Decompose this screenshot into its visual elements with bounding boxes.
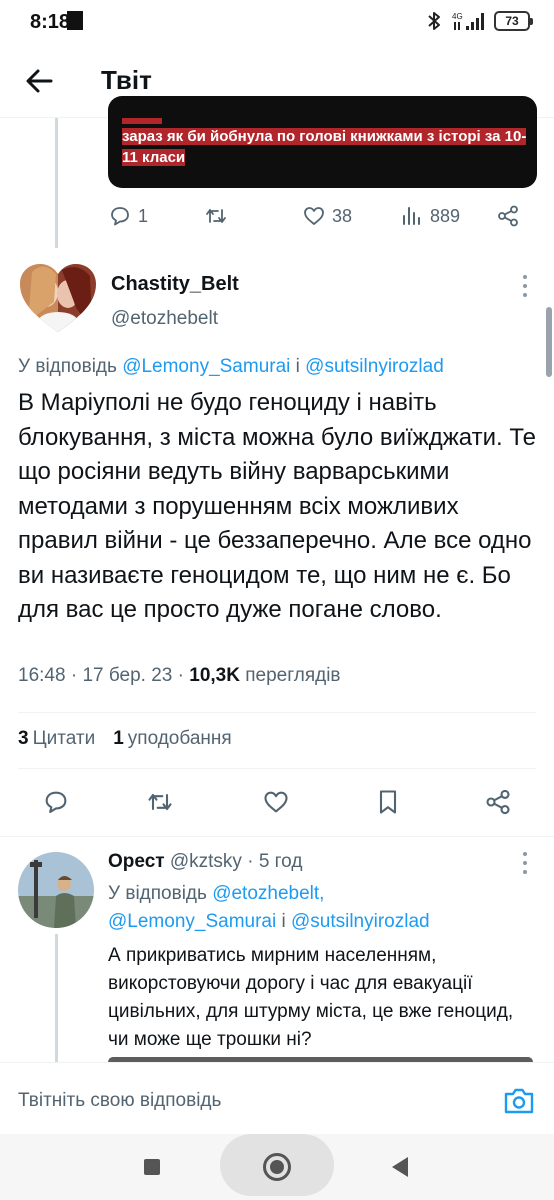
cellular-signal-icon: 4G <box>452 12 484 30</box>
more-options-icon[interactable] <box>522 852 528 874</box>
network-type-label: 4G <box>452 12 463 21</box>
status-bar: 8:18 4G 73 <box>0 0 554 48</box>
views-label: переглядів <box>245 665 341 686</box>
mention-link[interactable]: @sutsilnyirozlad <box>305 356 444 377</box>
reply-to-line: У відповідь @Lemony_Samurai і @sutsilnyi… <box>18 356 444 378</box>
reply-input[interactable]: Твітніть свою відповідь <box>18 1090 221 1112</box>
author-name[interactable]: Chastity_Belt <box>111 273 239 296</box>
scrollbar-thumb[interactable] <box>546 307 552 377</box>
reply-composer[interactable]: Твітніть свою відповідь <box>0 1062 554 1134</box>
mention-link[interactable]: @etozhebelt, <box>212 883 324 904</box>
reply-count: 1 <box>138 205 149 226</box>
share-action[interactable] <box>496 204 520 228</box>
camera-icon[interactable] <box>503 1086 535 1116</box>
meta-separator: · <box>70 665 83 686</box>
author-avatar[interactable] <box>18 262 98 334</box>
back-arrow-icon[interactable] <box>24 66 54 96</box>
more-options-icon[interactable] <box>522 275 528 297</box>
reply-to-prefix: У відповідь <box>108 883 213 904</box>
divider <box>18 768 536 769</box>
mention-link[interactable]: @Lemony_Samurai <box>108 911 276 932</box>
reply-time-ago[interactable]: 5 год <box>259 851 303 872</box>
reply-author-avatar[interactable] <box>18 852 94 928</box>
retweet-action[interactable] <box>204 204 228 228</box>
reply-to-joiner: і <box>290 356 306 377</box>
retweet-button[interactable] <box>146 788 174 816</box>
reply-to-joiner: і <box>276 911 291 932</box>
reply-button[interactable] <box>42 788 70 816</box>
tweet-text: В Маріуполі не будо геноциду і навіть бл… <box>18 389 537 623</box>
back-triangle-icon[interactable] <box>392 1157 408 1177</box>
reply-to-prefix: У відповідь <box>18 356 123 377</box>
reply-to-line: У відповідь @etozhebelt, @Lemony_Samurai… <box>108 880 528 936</box>
quotes-label: Цитати <box>32 728 96 749</box>
mention-link[interactable]: @sutsilnyirozlad <box>291 911 430 932</box>
status-time: 8:18 <box>30 11 71 33</box>
retweet-icon <box>148 793 172 811</box>
like-action[interactable]: 38 <box>302 204 352 228</box>
likes-count: 1 <box>113 728 124 749</box>
author-handle[interactable]: @etozhebelt <box>111 308 218 330</box>
media-caption-text: зараз як би йобнула по голові книжками з… <box>122 128 527 166</box>
battery-icon: 73 <box>494 11 533 31</box>
views-count: 10,3K <box>189 665 240 686</box>
views-bar-icon <box>403 207 420 225</box>
home-circle-icon[interactable] <box>263 1153 291 1181</box>
quotes-count: 3 <box>18 728 29 749</box>
quotes-stat[interactable]: 3 Цитати <box>18 728 95 750</box>
reply-author-handle[interactable]: @kztsky <box>170 851 242 872</box>
reply-header: Орест @kztsky · 5 год <box>108 851 302 873</box>
heart-icon <box>304 207 324 225</box>
mention-link[interactable]: @Lemony_Samurai <box>122 356 290 377</box>
reply-author-name[interactable]: Орест <box>108 851 165 872</box>
avatar-heart-image <box>20 264 96 332</box>
reply-tweet-text: А прикриватись мирним населенням, викорс… <box>108 945 514 1050</box>
recents-square-icon[interactable] <box>144 1159 160 1175</box>
battery-level: 73 <box>505 14 519 28</box>
status-icons: 4G 73 <box>426 10 533 32</box>
system-nav-bar <box>0 1134 554 1200</box>
reply-bubble-icon <box>111 207 129 226</box>
meta-separator: · <box>177 665 190 686</box>
views-action[interactable]: 889 <box>400 204 460 228</box>
divider <box>0 836 554 837</box>
media-caption: зараз як би йобнула по голові книжками з… <box>122 126 537 168</box>
bluetooth-icon <box>428 12 440 30</box>
engagement-stats: 3 Цитати 1 уподобання <box>18 728 232 750</box>
notification-icon <box>67 11 83 30</box>
likes-stat[interactable]: 1 уподобання <box>113 728 231 750</box>
meta-separator: · <box>247 851 259 872</box>
thread-connector <box>55 118 58 248</box>
like-count: 38 <box>332 205 353 226</box>
view-count: 889 <box>430 205 461 226</box>
tweet-date[interactable]: 17 бер. 23 <box>82 665 172 686</box>
caption-highlight <box>122 118 162 124</box>
avatar-photo <box>18 852 94 928</box>
thread-connector <box>55 934 58 1062</box>
bookmark-button[interactable] <box>374 788 402 816</box>
previous-tweet-media[interactable]: зараз як би йобнула по голові книжками з… <box>108 96 537 188</box>
share-button[interactable] <box>484 788 512 816</box>
page-title: Твіт <box>101 65 152 95</box>
like-button[interactable] <box>262 788 290 816</box>
reply-action[interactable]: 1 <box>108 204 148 228</box>
tweet-time[interactable]: 16:48 <box>18 665 66 686</box>
tweet-metadata: 16:48 · 17 бер. 23 · 10,3K переглядів <box>18 665 341 687</box>
divider <box>18 712 536 713</box>
share-icon <box>498 205 518 227</box>
likes-label: уподобання <box>127 728 232 749</box>
bookmark-icon <box>379 790 397 814</box>
retweet-icon <box>206 209 226 223</box>
reply-bubble-icon <box>45 791 67 813</box>
share-icon <box>486 789 510 815</box>
heart-icon <box>264 791 288 813</box>
